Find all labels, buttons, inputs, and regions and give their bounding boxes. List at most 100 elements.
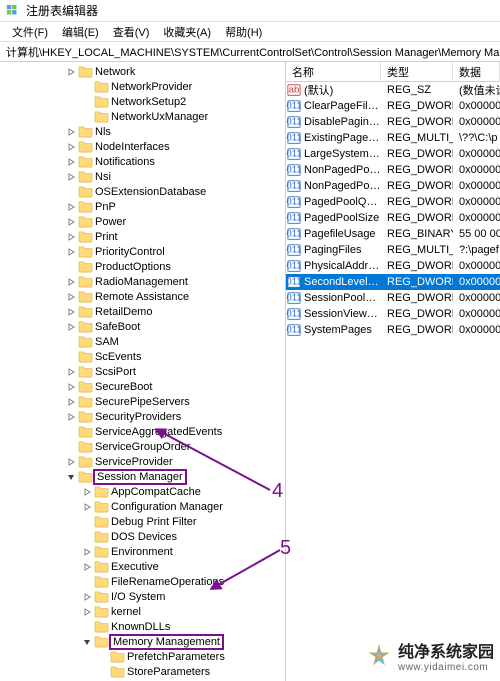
expand-icon[interactable] (80, 560, 94, 574)
menu-favorites[interactable]: 收藏夹(A) (157, 22, 217, 42)
expand-icon[interactable] (64, 185, 78, 199)
value-row[interactable]: 011PagefileUsageREG_BINARY55 00 00 (286, 226, 500, 242)
expand-icon[interactable] (64, 275, 78, 289)
tree-node[interactable]: ScsiPort (0, 364, 285, 379)
tree-node[interactable]: Debug Print Filter (0, 514, 285, 529)
tree-node[interactable]: ServiceAggregatedEvents (0, 424, 285, 439)
expand-icon[interactable] (80, 515, 94, 529)
expand-icon[interactable] (80, 500, 94, 514)
tree-node[interactable]: ServiceProvider (0, 454, 285, 469)
tree-node[interactable]: ProductOptions (0, 259, 285, 274)
tree-node[interactable]: SecurityProviders (0, 409, 285, 424)
expand-icon[interactable] (64, 125, 78, 139)
tree-node[interactable]: Configuration Manager (0, 499, 285, 514)
value-row[interactable]: 011SessionPoolSizeREG_DWORD0x00000 (286, 290, 500, 306)
menu-file[interactable]: 文件(F) (6, 22, 54, 42)
value-row[interactable]: 011PagedPoolQu...REG_DWORD0x00000 (286, 194, 500, 210)
tree-node[interactable]: kernel (0, 604, 285, 619)
col-name[interactable]: 名称 (286, 62, 381, 81)
expand-icon[interactable] (96, 665, 110, 679)
tree-node[interactable]: Executive (0, 559, 285, 574)
expand-icon[interactable] (80, 80, 94, 94)
tree-node[interactable]: DOS Devices (0, 529, 285, 544)
expand-icon[interactable] (80, 590, 94, 604)
tree-node[interactable]: Notifications (0, 154, 285, 169)
value-list[interactable]: 名称 类型 数据 ab(默认)REG_SZ(数值未设011ClearPageFi… (286, 62, 500, 681)
expand-icon[interactable] (64, 140, 78, 154)
expand-icon[interactable] (64, 215, 78, 229)
expand-icon[interactable] (64, 290, 78, 304)
expand-icon[interactable] (64, 320, 78, 334)
menu-edit[interactable]: 编辑(E) (56, 22, 105, 42)
expand-icon[interactable] (64, 305, 78, 319)
expand-icon[interactable] (80, 530, 94, 544)
address-bar[interactable]: 计算机\HKEY_LOCAL_MACHINE\SYSTEM\CurrentCon… (0, 42, 500, 62)
expand-icon[interactable] (64, 335, 78, 349)
tree-node[interactable]: SecurePipeServers (0, 394, 285, 409)
expand-icon[interactable] (80, 110, 94, 124)
expand-icon[interactable] (80, 605, 94, 619)
expand-icon[interactable] (80, 575, 94, 589)
expand-icon[interactable] (64, 470, 78, 484)
tree-node[interactable]: NodeInterfaces (0, 139, 285, 154)
expand-icon[interactable] (96, 650, 110, 664)
tree-node[interactable]: Nls (0, 124, 285, 139)
expand-icon[interactable] (80, 485, 94, 499)
value-row[interactable]: ab(默认)REG_SZ(数值未设 (286, 82, 500, 98)
tree-node[interactable]: KnownDLLs (0, 619, 285, 634)
tree-node[interactable]: Session Manager (0, 469, 285, 484)
expand-icon[interactable] (80, 95, 94, 109)
expand-icon[interactable] (64, 380, 78, 394)
expand-icon[interactable] (64, 245, 78, 259)
value-row[interactable]: 011ClearPageFileA...REG_DWORD0x00000 (286, 98, 500, 114)
expand-icon[interactable] (64, 155, 78, 169)
tree-node[interactable]: Nsi (0, 169, 285, 184)
value-row[interactable]: 011SystemPagesREG_DWORD0x00000 (286, 322, 500, 338)
value-row[interactable]: 011ExistingPageFil...REG_MULTI_SZ\??\C:\… (286, 130, 500, 146)
expand-icon[interactable] (64, 350, 78, 364)
tree-node[interactable]: I/O System (0, 589, 285, 604)
value-row[interactable]: 011PagingFilesREG_MULTI_SZ?:\pagef (286, 242, 500, 258)
value-row[interactable]: 011SecondLevelD...REG_DWORD0x00000 (286, 274, 500, 290)
tree-node[interactable]: SAM (0, 334, 285, 349)
tree-node[interactable]: NetworkUxManager (0, 109, 285, 124)
tree-node[interactable]: OSExtensionDatabase (0, 184, 285, 199)
tree-node[interactable]: RadioManagement (0, 274, 285, 289)
tree-node[interactable]: FileRenameOperations (0, 574, 285, 589)
value-row[interactable]: 011PagedPoolSizeREG_DWORD0x00000 (286, 210, 500, 226)
tree-node[interactable]: Print (0, 229, 285, 244)
menu-help[interactable]: 帮助(H) (219, 22, 268, 42)
tree-node[interactable]: SafeBoot (0, 319, 285, 334)
expand-icon[interactable] (80, 620, 94, 634)
tree-node[interactable]: Environment (0, 544, 285, 559)
expand-icon[interactable] (64, 260, 78, 274)
expand-icon[interactable] (64, 410, 78, 424)
tree-node[interactable]: ServiceGroupOrder (0, 439, 285, 454)
tree-node[interactable]: PriorityControl (0, 244, 285, 259)
tree-node[interactable]: StoreParameters (0, 664, 285, 679)
tree-node[interactable]: Power (0, 214, 285, 229)
expand-icon[interactable] (64, 395, 78, 409)
expand-icon[interactable] (80, 545, 94, 559)
col-type[interactable]: 类型 (381, 62, 453, 81)
value-row[interactable]: 011DisablePaging...REG_DWORD0x00000 (286, 114, 500, 130)
tree-node[interactable]: RetailDemo (0, 304, 285, 319)
expand-icon[interactable] (80, 635, 94, 649)
value-row[interactable]: 011SessionViewSizeREG_DWORD0x00000 (286, 306, 500, 322)
value-row[interactable]: 011PhysicalAddres...REG_DWORD0x00000 (286, 258, 500, 274)
tree-node[interactable]: NetworkProvider (0, 79, 285, 94)
tree-node[interactable]: PrefetchParameters (0, 649, 285, 664)
value-row[interactable]: 011NonPagedPoo...REG_DWORD0x00000 (286, 162, 500, 178)
tree-node[interactable]: Memory Management (0, 634, 285, 649)
expand-icon[interactable] (64, 365, 78, 379)
tree-node[interactable]: SecureBoot (0, 379, 285, 394)
expand-icon[interactable] (64, 440, 78, 454)
value-row[interactable]: 011LargeSystemC...REG_DWORD0x00000 (286, 146, 500, 162)
tree-node[interactable]: AppCompatCache (0, 484, 285, 499)
col-data[interactable]: 数据 (453, 62, 500, 81)
tree-node[interactable]: ScEvents (0, 349, 285, 364)
menu-view[interactable]: 查看(V) (107, 22, 156, 42)
tree-node[interactable]: Network (0, 64, 285, 79)
expand-icon[interactable] (64, 65, 78, 79)
expand-icon[interactable] (64, 200, 78, 214)
